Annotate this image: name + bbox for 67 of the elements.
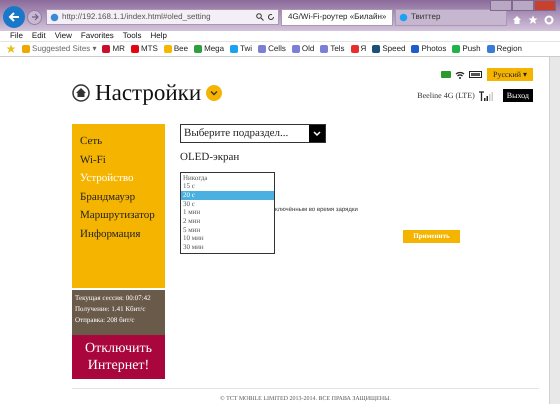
- page-title: Настройки: [95, 81, 202, 104]
- minimize-button[interactable]: [490, 0, 512, 11]
- link-label: Speed: [382, 43, 406, 55]
- link-label: MR: [112, 43, 125, 55]
- link-label: MTS: [140, 43, 158, 55]
- favorites-link[interactable]: Mega: [194, 43, 224, 55]
- signal-icon: [478, 90, 493, 100]
- wifi-icon: [455, 70, 465, 78]
- link-label: Push: [462, 43, 481, 55]
- tab-title: Твиттер: [411, 11, 442, 23]
- link-label: Bee: [174, 43, 188, 55]
- forward-button[interactable]: [27, 10, 42, 24]
- chevron-down-icon[interactable]: [206, 84, 222, 100]
- link-label: Mega: [204, 43, 224, 55]
- link-label: Photos: [421, 43, 446, 55]
- favorites-link[interactable]: MR: [102, 43, 125, 55]
- favorites-link[interactable]: Я: [350, 43, 366, 55]
- favorites-link[interactable]: Twi: [230, 43, 252, 55]
- sidebar-item[interactable]: Информация: [80, 226, 165, 242]
- browser-tab[interactable]: 4G/Wi-Fi-роутер «Билайн»: [281, 8, 393, 26]
- address-text: http://192.168.1.1/index.html#oled_setting: [62, 11, 212, 23]
- link-label: Tels: [330, 43, 345, 55]
- favorites-link[interactable]: Cells: [258, 43, 286, 55]
- home-icon[interactable]: [72, 84, 90, 102]
- favorites-link[interactable]: Bee: [164, 43, 188, 55]
- back-button[interactable]: [3, 6, 25, 28]
- favorites-link[interactable]: Push: [452, 43, 481, 55]
- link-label: Cells: [268, 43, 286, 55]
- link-label: Region: [496, 43, 522, 55]
- favorites-link[interactable]: Photos: [411, 43, 446, 55]
- scrollbar[interactable]: [549, 57, 560, 404]
- star-icon[interactable]: [528, 15, 538, 25]
- sidebar-item[interactable]: Маршрутизатор: [80, 208, 165, 223]
- favorites-link[interactable]: Tels: [320, 43, 345, 55]
- sidebar-item[interactable]: Брандмауэр: [80, 190, 165, 204]
- star-icon[interactable]: [6, 44, 16, 54]
- link-label: Я: [360, 43, 366, 55]
- sidebar-item[interactable]: Wi-Fi: [80, 152, 165, 168]
- menu-item[interactable]: View: [54, 32, 72, 40]
- menu-item[interactable]: File: [10, 32, 23, 40]
- back-arrow-icon: [8, 11, 20, 23]
- forward-arrow-icon: [30, 13, 38, 21]
- address-field[interactable]: http://192.168.1.1/index.html#oled_setting: [46, 9, 279, 25]
- link-label: Twi: [240, 43, 252, 55]
- menu-item[interactable]: Help: [150, 32, 167, 40]
- logout-button[interactable]: Выход: [502, 89, 533, 102]
- network-name: Beeline 4G (LTE): [417, 90, 475, 102]
- maximize-button[interactable]: [512, 0, 534, 11]
- sidebar-item[interactable]: Сеть: [80, 134, 165, 149]
- menu-item[interactable]: Edit: [32, 32, 46, 40]
- section-select[interactable]: Выберите подраздел...: [180, 124, 326, 143]
- menu-item[interactable]: Tools: [122, 32, 142, 40]
- section-heading: OLED-экран: [180, 150, 240, 165]
- disconnect-button[interactable]: Отключить Интернет!: [72, 335, 165, 379]
- language-dropdown[interactable]: Русский ▾: [487, 68, 533, 81]
- search-icon[interactable]: [256, 13, 264, 21]
- select-value: Выберите подраздел...: [183, 126, 290, 142]
- tab-title: 4G/Wi-Fi-роутер «Билайн»: [288, 11, 386, 23]
- menu-item[interactable]: Favorites: [80, 32, 114, 40]
- favorites-link[interactable]: Old: [292, 43, 314, 55]
- refresh-icon[interactable]: [267, 13, 275, 21]
- battery-icon: [469, 71, 483, 78]
- browser-tab[interactable]: Твиттер: [395, 8, 507, 26]
- favorites-link[interactable]: MTS: [130, 43, 158, 55]
- link-label: Old: [302, 43, 314, 55]
- favorites-link[interactable]: Region: [486, 43, 522, 55]
- favorites-link[interactable]: Speed: [372, 43, 406, 55]
